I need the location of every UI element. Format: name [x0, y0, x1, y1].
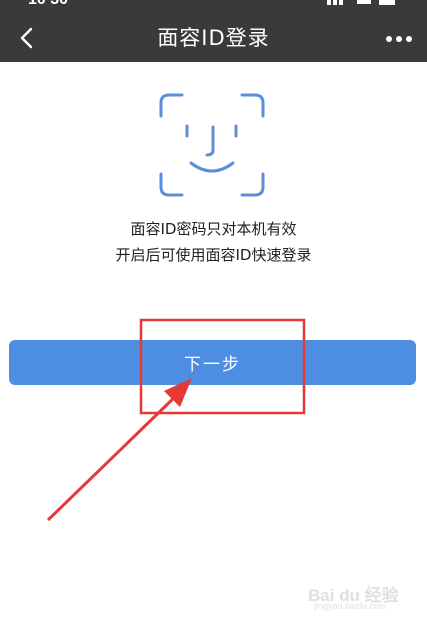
more-dots-icon	[386, 36, 412, 42]
watermark-url: jingyan.baidu.com	[314, 601, 387, 611]
nav-header: 10 30 面容ID登录	[0, 0, 427, 62]
face-id-icon	[159, 93, 265, 197]
description-line-2: 开启后可使用面容ID快速登录	[115, 246, 312, 264]
status-time: 10 30	[28, 0, 68, 9]
status-bar: 10 30	[0, 0, 427, 10]
baidu-watermark: Bai du 经验 jingyan.baidu.com	[308, 567, 420, 615]
description-line-1: 面容ID密码只对本机有效	[130, 220, 297, 238]
page-title: 面容ID登录	[157, 26, 270, 50]
main-content: 面容ID密码只对本机有效 开启后可使用面容ID快速登录 下一步	[0, 62, 427, 621]
next-step-button[interactable]: 下一步	[9, 340, 416, 385]
more-button[interactable]	[379, 22, 419, 56]
signal-icon	[327, 0, 395, 5]
